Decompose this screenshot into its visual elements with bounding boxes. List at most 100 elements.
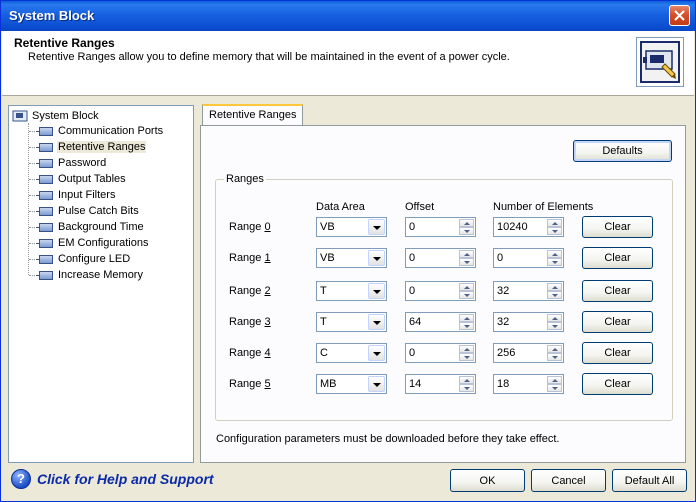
offset-value: 14 [409, 378, 422, 390]
clear-button[interactable]: Clear [582, 311, 653, 333]
spin-down-icon[interactable] [459, 227, 474, 235]
offset-spinner[interactable]: 14 [405, 374, 476, 394]
spin-up-icon[interactable] [459, 345, 474, 353]
tree-item-password[interactable]: Password [29, 155, 107, 171]
plc-module-icon [36, 142, 53, 152]
spin-down-icon[interactable] [547, 353, 562, 361]
spin-down-icon[interactable] [459, 384, 474, 392]
spin-up-icon[interactable] [459, 283, 474, 291]
default-all-button[interactable]: Default All [612, 469, 687, 492]
chevron-down-icon[interactable] [368, 250, 385, 266]
tree-root[interactable]: System Block [12, 109, 99, 123]
spin-up-icon[interactable] [547, 345, 562, 353]
download-note: Configuration parameters must be downloa… [216, 433, 560, 445]
spin-down-icon[interactable] [547, 227, 562, 235]
clear-button[interactable]: Clear [582, 342, 653, 364]
spin-down-icon[interactable] [459, 322, 474, 330]
spin-up-icon[interactable] [547, 219, 562, 227]
elements-value: 256 [497, 347, 516, 359]
plc-module-icon [36, 206, 53, 216]
elements-spinner[interactable]: 32 [493, 312, 564, 332]
spin-down-icon[interactable] [547, 322, 562, 330]
elements-value: 32 [497, 285, 510, 297]
data-area-value: T [320, 316, 327, 328]
data-area-select[interactable]: C [316, 343, 387, 363]
plc-module-icon [36, 238, 53, 248]
tab-retentive-ranges[interactable]: Retentive Ranges [202, 104, 303, 126]
close-icon [674, 10, 685, 21]
defaults-button[interactable]: Defaults [573, 140, 672, 162]
offset-value: 0 [409, 252, 416, 264]
range-label: Range 0 [229, 221, 271, 233]
spin-down-icon[interactable] [547, 258, 562, 266]
spin-down-icon[interactable] [459, 291, 474, 299]
elements-spinner[interactable]: 256 [493, 343, 564, 363]
chevron-down-icon[interactable] [368, 219, 385, 235]
close-button[interactable] [669, 5, 690, 26]
navigation-tree: System Block Communication Ports Retenti… [8, 105, 194, 463]
chevron-down-icon[interactable] [368, 283, 385, 299]
title-bar[interactable]: System Block [1, 1, 695, 31]
plc-module-icon [36, 158, 53, 168]
spin-up-icon[interactable] [459, 250, 474, 258]
spin-up-icon[interactable] [547, 376, 562, 384]
clear-button[interactable]: Clear [582, 280, 653, 302]
tree-item-communication-ports[interactable]: Communication Ports [29, 123, 164, 139]
offset-spinner[interactable]: 0 [405, 281, 476, 301]
elements-spinner[interactable]: 18 [493, 374, 564, 394]
spin-down-icon[interactable] [547, 291, 562, 299]
data-area-select[interactable]: T [316, 312, 387, 332]
offset-spinner[interactable]: 0 [405, 343, 476, 363]
tree-item-pulse-catch-bits[interactable]: Pulse Catch Bits [29, 203, 140, 219]
spin-up-icon[interactable] [459, 314, 474, 322]
data-area-select[interactable]: MB [316, 374, 387, 394]
spin-down-icon[interactable] [459, 353, 474, 361]
header-description: Retentive Ranges allow you to define mem… [28, 51, 510, 63]
header-title: Retentive Ranges [14, 36, 115, 50]
chevron-down-icon[interactable] [368, 376, 385, 392]
spin-up-icon[interactable] [547, 283, 562, 291]
elements-spinner[interactable]: 32 [493, 281, 564, 301]
help-text: Click for Help and Support [37, 471, 214, 487]
offset-header: Offset [405, 201, 435, 213]
elements-spinner[interactable]: 10240 [493, 217, 564, 237]
tree-item-increase-memory[interactable]: Increase Memory [29, 267, 144, 283]
offset-spinner[interactable]: 0 [405, 217, 476, 237]
tree-item-retentive-ranges[interactable]: Retentive Ranges [29, 139, 147, 155]
data-area-value: MB [320, 378, 337, 390]
clear-button[interactable]: Clear [582, 373, 653, 395]
data-area-select[interactable]: VB [316, 217, 387, 237]
spin-down-icon[interactable] [547, 384, 562, 392]
help-link[interactable]: ? Click for Help and Support [11, 469, 214, 489]
clear-button[interactable]: Clear [582, 247, 653, 269]
spin-up-icon[interactable] [547, 250, 562, 258]
offset-spinner[interactable]: 64 [405, 312, 476, 332]
tree-item-configure-led[interactable]: Configure LED [29, 251, 131, 267]
chevron-down-icon[interactable] [368, 345, 385, 361]
elements-spinner[interactable]: 0 [493, 248, 564, 268]
cancel-button[interactable]: Cancel [531, 469, 606, 492]
ok-button[interactable]: OK [450, 469, 525, 492]
system-block-window: System Block Retentive Ranges Retentive … [0, 0, 696, 502]
data-area-select[interactable]: VB [316, 248, 387, 268]
plc-module-icon [36, 174, 53, 184]
elements-value: 10240 [497, 221, 528, 233]
clear-button[interactable]: Clear [582, 216, 653, 238]
tree-root-label: System Block [32, 110, 99, 122]
offset-spinner[interactable]: 0 [405, 248, 476, 268]
plc-module-icon [36, 126, 53, 136]
chevron-down-icon[interactable] [368, 314, 385, 330]
spin-up-icon[interactable] [459, 219, 474, 227]
tree-item-em-configurations[interactable]: EM Configurations [29, 235, 150, 251]
elements-value: 0 [497, 252, 504, 264]
page-header: Retentive Ranges Retentive Ranges allow … [2, 31, 694, 96]
tree-item-input-filters[interactable]: Input Filters [29, 187, 116, 203]
spin-up-icon[interactable] [459, 376, 474, 384]
data-area-select[interactable]: T [316, 281, 387, 301]
data-area-value: VB [320, 221, 335, 233]
tree-item-output-tables[interactable]: Output Tables [29, 171, 127, 187]
tree-item-background-time[interactable]: Background Time [29, 219, 145, 235]
window-title: System Block [9, 8, 95, 23]
spin-down-icon[interactable] [459, 258, 474, 266]
spin-up-icon[interactable] [547, 314, 562, 322]
